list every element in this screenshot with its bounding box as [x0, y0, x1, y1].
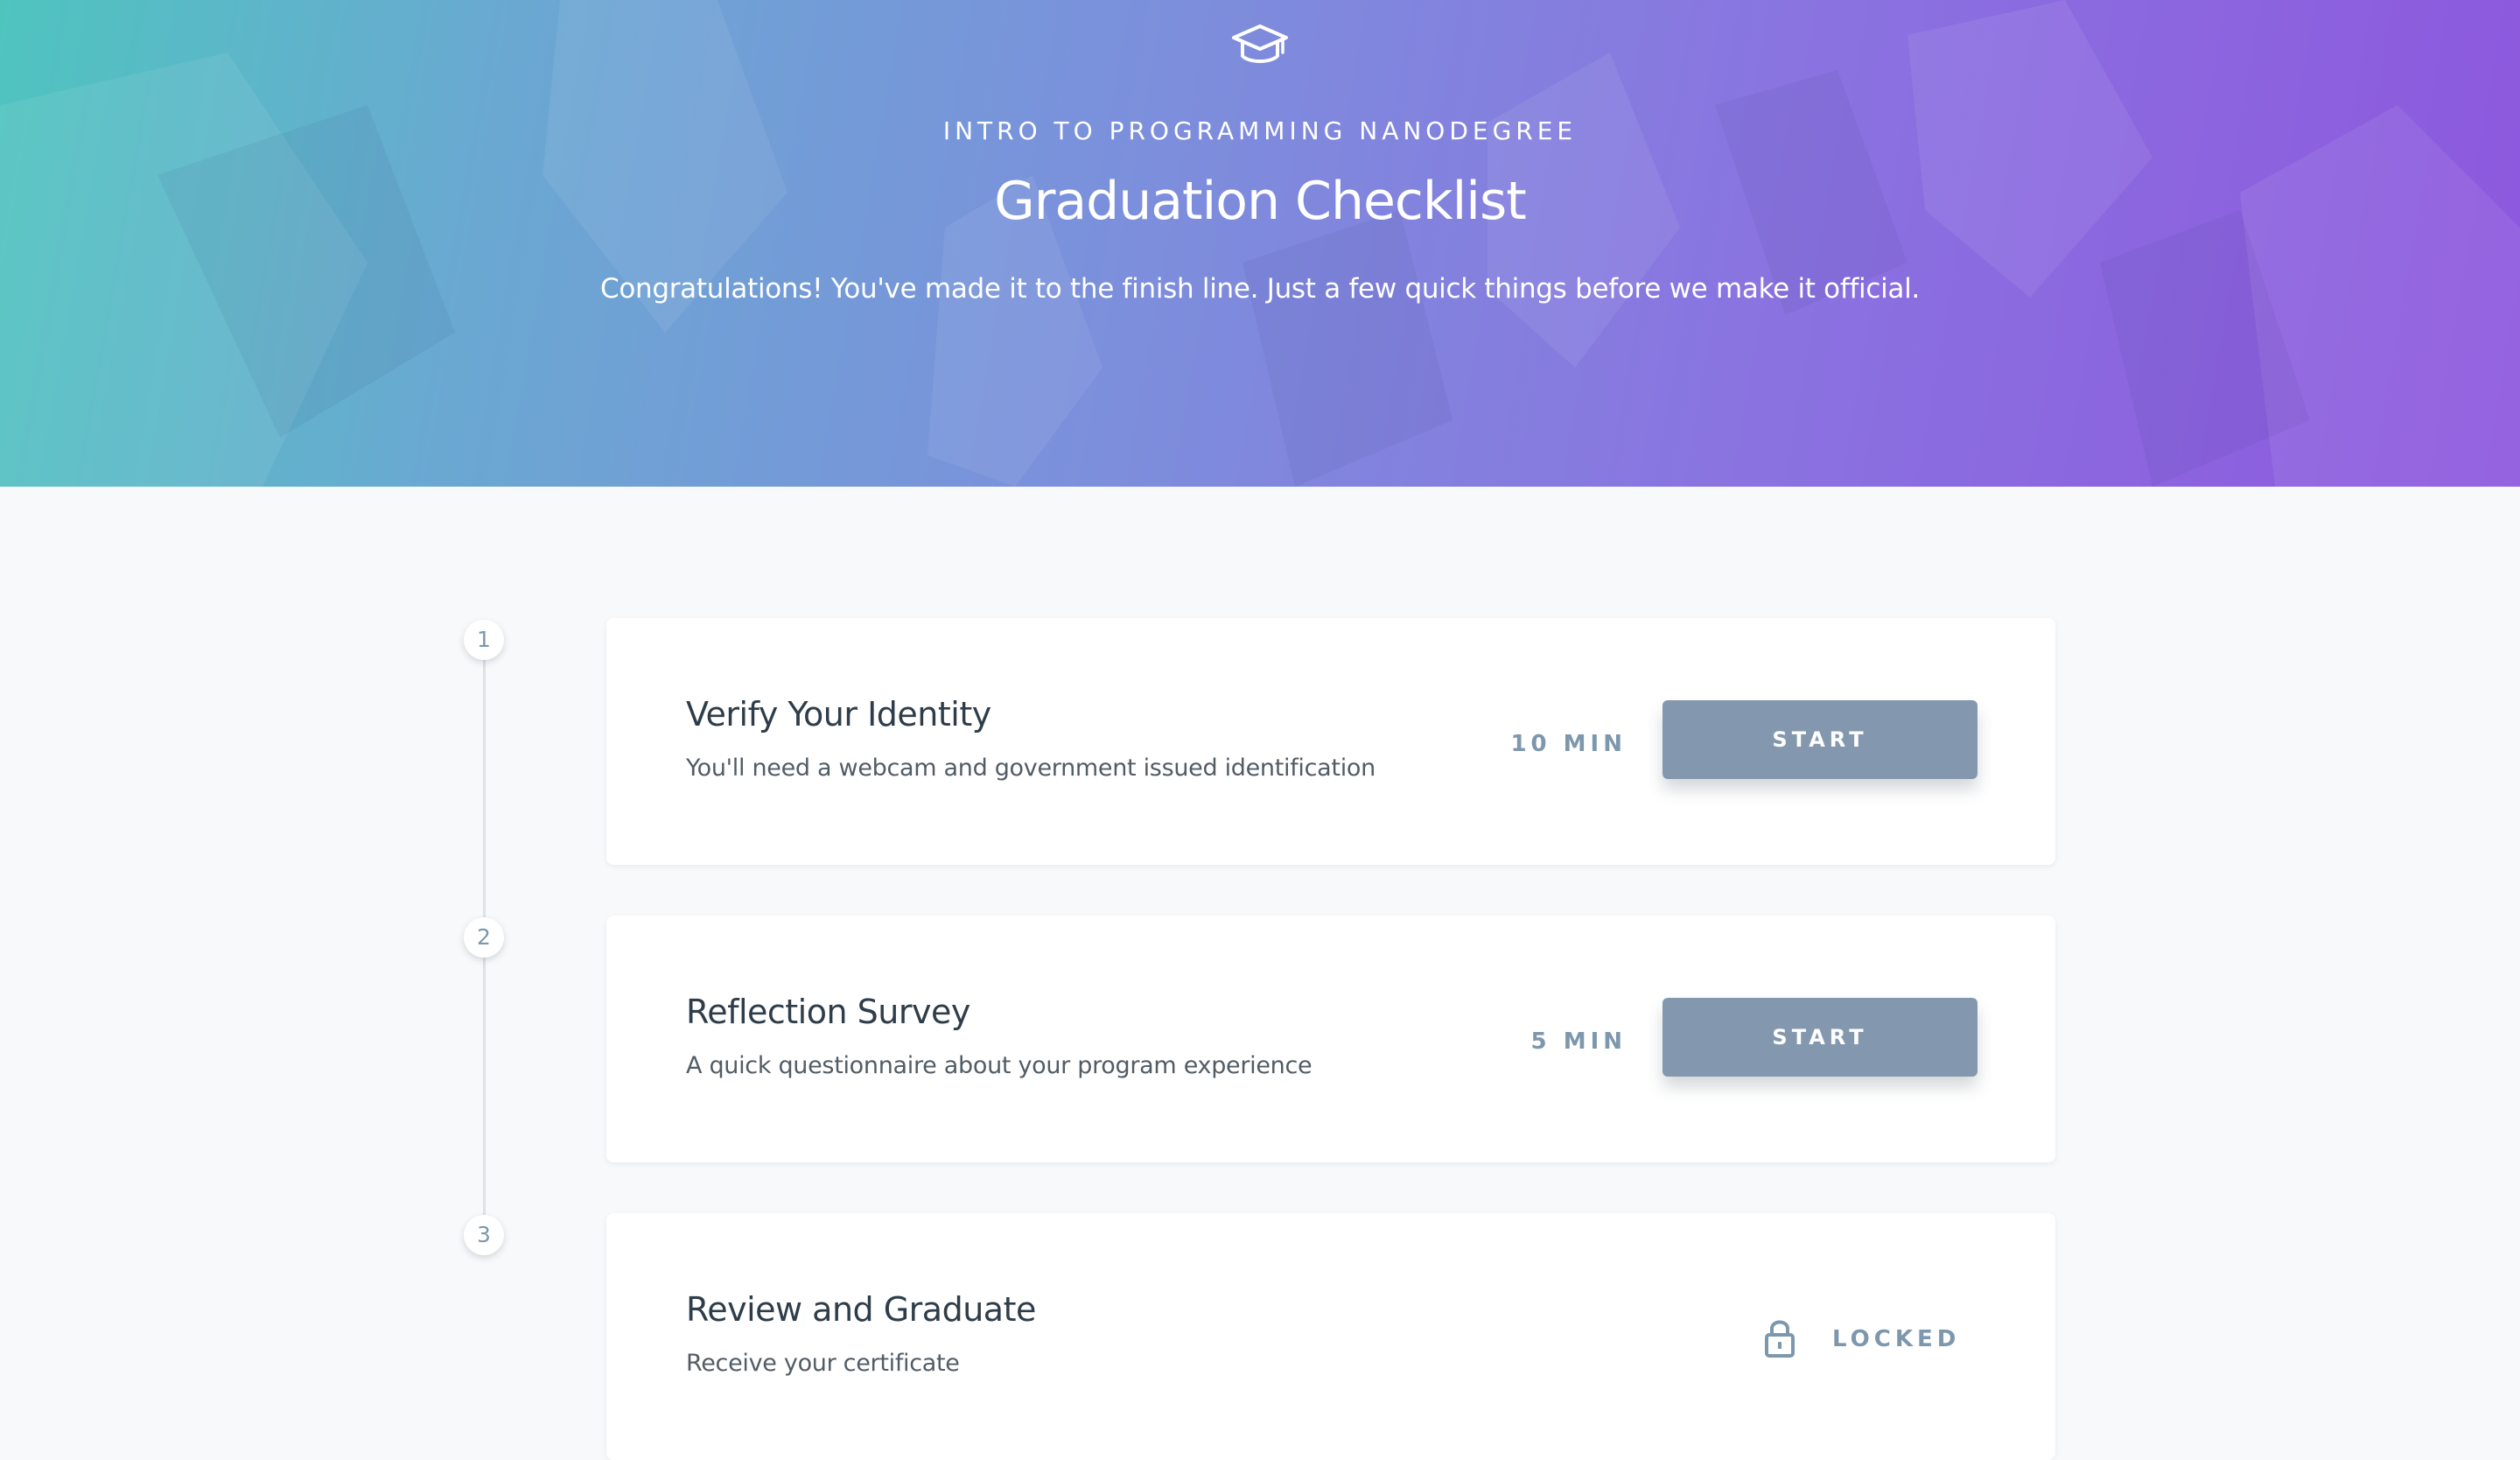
step-description: Receive your certificate	[686, 1350, 960, 1377]
page-title: Graduation Checklist	[994, 171, 1527, 232]
step-title: Review and Graduate	[686, 1290, 1036, 1329]
step-description: A quick questionnaire about your program…	[686, 1052, 1312, 1079]
step-duration: 5 MIN	[1530, 1028, 1627, 1055]
step-description: You'll need a webcam and government issu…	[686, 755, 1376, 782]
step-number-3: 3	[464, 1215, 504, 1255]
step-number-1: 1	[464, 620, 504, 660]
step-title: Reflection Survey	[686, 993, 970, 1031]
step-number-2: 2	[464, 917, 504, 958]
step-duration: 10 MIN	[1510, 731, 1627, 757]
step-title: Verify Your Identity	[686, 695, 991, 734]
hero-banner: INTRO TO PROGRAMMING NANODEGREE Graduati…	[0, 0, 2520, 487]
step-card-verify-identity: Verify Your Identity You'll need a webca…	[606, 618, 2055, 865]
graduation-cap-icon	[1232, 25, 1288, 63]
step-card-reflection-survey: Reflection Survey A quick questionnaire …	[606, 916, 2055, 1162]
locked-status: LOCKED	[1832, 1326, 1961, 1352]
lock-icon	[1765, 1320, 1795, 1358]
step-card-review-graduate: Review and Graduate Receive your certifi…	[606, 1213, 2055, 1460]
program-name: INTRO TO PROGRAMMING NANODEGREE	[942, 116, 1578, 145]
start-button[interactable]: START	[1662, 998, 1978, 1077]
start-button[interactable]: START	[1662, 700, 1978, 779]
hero-content: INTRO TO PROGRAMMING NANODEGREE Graduati…	[0, 0, 2520, 487]
page-subtitle: Congratulations! You've made it to the f…	[600, 273, 1920, 305]
